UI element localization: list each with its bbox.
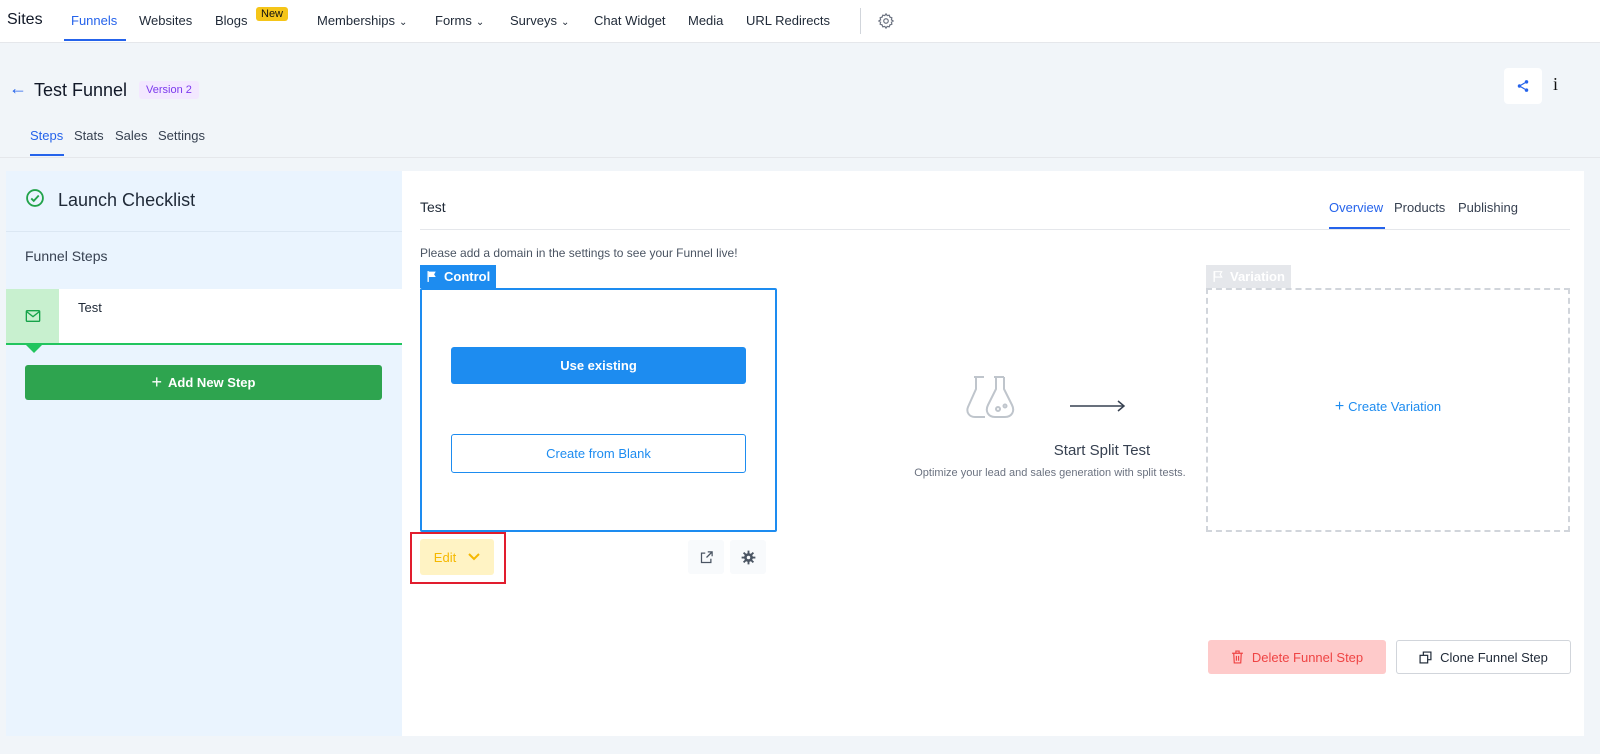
control-card: Use existing Create from Blank bbox=[420, 288, 777, 532]
nav-forms-label: Forms bbox=[435, 13, 472, 28]
nav-memberships[interactable]: Memberships ⌄ bbox=[317, 13, 407, 28]
tab-publishing[interactable]: Publishing bbox=[1458, 200, 1518, 215]
nav-memberships-label: Memberships bbox=[317, 13, 396, 28]
arrow-right-icon bbox=[1070, 400, 1126, 412]
tab-settings[interactable]: Settings bbox=[158, 128, 205, 143]
step-settings-button[interactable] bbox=[730, 540, 766, 574]
nav-url-redirects[interactable]: URL Redirects bbox=[746, 13, 830, 28]
copy-icon bbox=[1419, 650, 1432, 664]
nav-blogs[interactable]: Blogs bbox=[215, 13, 248, 28]
create-from-blank-button[interactable]: Create from Blank bbox=[451, 434, 746, 473]
tab-sales[interactable]: Sales bbox=[115, 128, 148, 143]
step-title: Test bbox=[420, 199, 446, 215]
delete-funnel-step-button[interactable]: Delete Funnel Step bbox=[1208, 640, 1386, 674]
page-title: Test Funnel bbox=[34, 80, 128, 100]
trash-icon bbox=[1231, 650, 1243, 664]
domain-message: Please add a domain in the settings to s… bbox=[420, 246, 738, 260]
funnel-step-item[interactable]: Test bbox=[6, 289, 402, 353]
delete-funnel-step-label: Delete Funnel Step bbox=[1251, 649, 1364, 665]
nav-media[interactable]: Media bbox=[688, 13, 723, 28]
add-new-step-button[interactable]: + Add New Step bbox=[25, 365, 382, 400]
step-name: Test bbox=[78, 300, 102, 315]
nav-chat-widget[interactable]: Chat Widget bbox=[594, 13, 666, 28]
info-icon[interactable]: i bbox=[1553, 74, 1558, 95]
tab-overview[interactable]: Overview bbox=[1329, 200, 1383, 215]
use-existing-button[interactable]: Use existing bbox=[451, 347, 746, 384]
clone-funnel-step-button[interactable]: Clone Funnel Step bbox=[1396, 640, 1571, 674]
nav-funnels[interactable]: Funnels bbox=[71, 13, 117, 28]
tab-stats[interactable]: Stats bbox=[74, 128, 104, 143]
new-badge: New bbox=[256, 7, 289, 21]
checklist-title: Launch Checklist bbox=[58, 190, 196, 210]
share-button[interactable] bbox=[1504, 68, 1542, 104]
open-external-button[interactable] bbox=[688, 540, 724, 574]
gear-icon[interactable] bbox=[877, 12, 895, 30]
plus-icon: + bbox=[1334, 398, 1345, 415]
external-link-icon bbox=[700, 550, 713, 563]
plus-icon: + bbox=[151, 372, 163, 392]
nav-forms[interactable]: Forms ⌄ bbox=[435, 13, 484, 28]
chevron-down-icon: ⌄ bbox=[475, 17, 485, 28]
back-arrow-icon[interactable]: ← bbox=[9, 78, 27, 99]
tab-products[interactable]: Products bbox=[1394, 200, 1445, 215]
mail-icon bbox=[25, 310, 40, 322]
add-new-step-label: Add New Step bbox=[168, 375, 256, 390]
flask-icon bbox=[966, 376, 1015, 418]
nav-active-indicator bbox=[64, 39, 126, 41]
clone-funnel-step-label: Clone Funnel Step bbox=[1440, 649, 1548, 665]
nav-divider bbox=[860, 8, 861, 34]
control-tag: Control bbox=[420, 265, 497, 288]
nav-websites[interactable]: Websites bbox=[139, 13, 192, 28]
funnel-steps-label: Funnel Steps bbox=[25, 248, 108, 264]
edit-highlight-box bbox=[410, 532, 506, 584]
create-variation-button[interactable]: + Create Variation bbox=[1208, 398, 1568, 416]
share-icon bbox=[1517, 80, 1529, 92]
funnel-steps-sidebar: Launch Checklist Funnel Steps Test + Add… bbox=[6, 171, 402, 736]
check-circle-icon bbox=[26, 189, 44, 207]
flag-icon bbox=[1213, 271, 1223, 282]
header-divider bbox=[0, 157, 1600, 158]
control-tag-label: Control bbox=[444, 269, 491, 284]
variation-card: + Create Variation bbox=[1206, 288, 1570, 532]
nav-surveys-label: Surveys bbox=[510, 13, 557, 28]
app-title: Sites bbox=[7, 11, 43, 28]
create-variation-label: Create Variation bbox=[1348, 399, 1442, 414]
panel-divider bbox=[420, 229, 1570, 230]
variation-tag: Variation bbox=[1206, 265, 1291, 288]
step-icon-box bbox=[6, 289, 59, 343]
tab-steps[interactable]: Steps bbox=[30, 128, 63, 143]
tab-active-indicator bbox=[30, 154, 64, 156]
chevron-down-icon: ⌄ bbox=[399, 17, 408, 28]
step-detail-panel: Test Overview Products Publishing Please… bbox=[402, 171, 1584, 736]
flag-icon bbox=[427, 271, 436, 282]
version-badge: Version 2 bbox=[139, 81, 199, 99]
gear-icon bbox=[741, 550, 755, 564]
nav-surveys[interactable]: Surveys ⌄ bbox=[510, 13, 569, 28]
variation-tag-label: Variation bbox=[1230, 269, 1285, 284]
launch-checklist[interactable]: Launch Checklist bbox=[6, 171, 402, 232]
chevron-down-icon: ⌄ bbox=[560, 17, 570, 28]
top-nav: Sites Funnels Websites Blogs New Members… bbox=[0, 0, 1600, 43]
step-pointer bbox=[26, 345, 42, 353]
